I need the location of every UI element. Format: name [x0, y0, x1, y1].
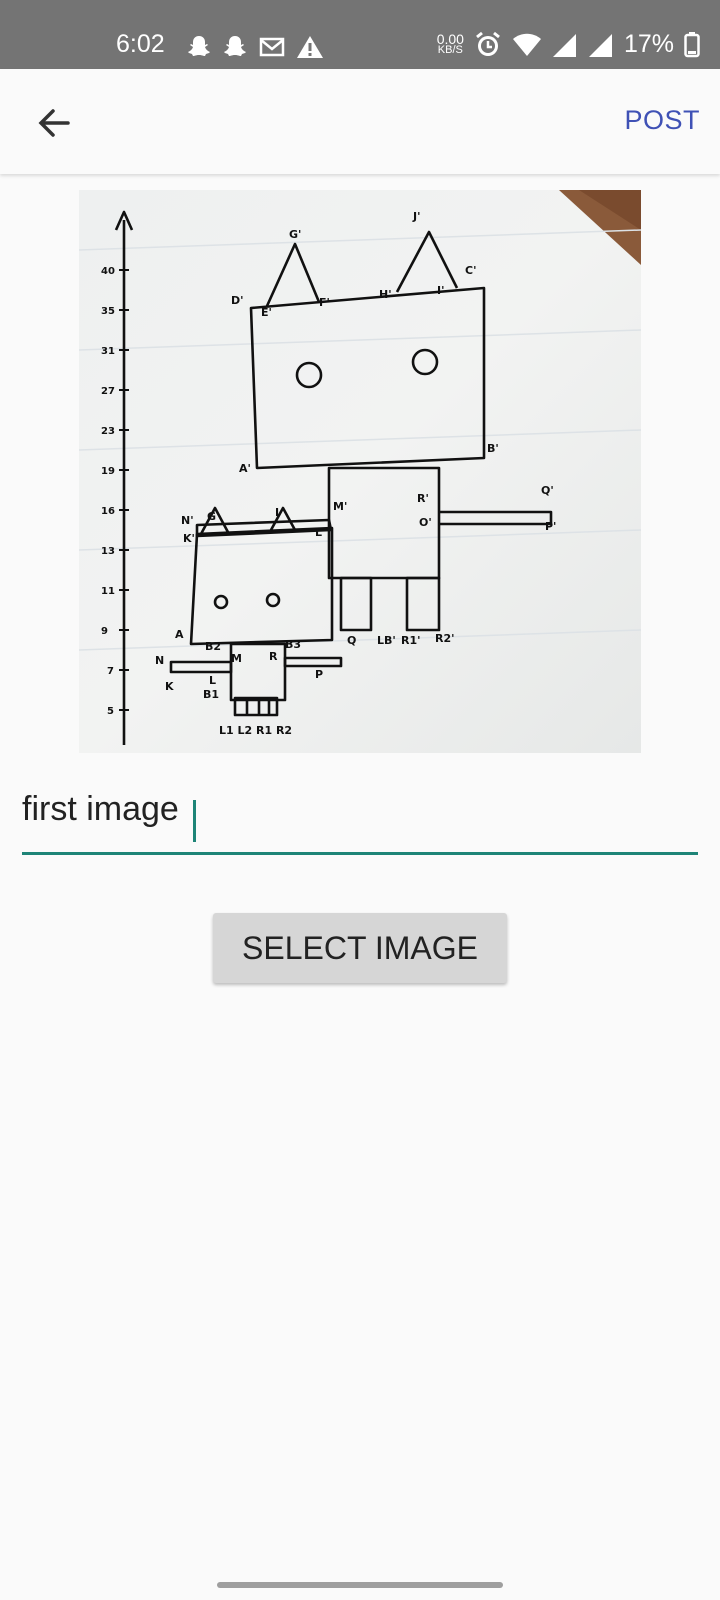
network-speed: 0.00 KB/S	[436, 30, 464, 56]
status-bar: 6:02 0.00 KB/S 17%	[0, 0, 720, 69]
axis-tick-label: 13	[101, 546, 115, 557]
drawing-label: N	[155, 654, 164, 667]
notification-icons	[186, 34, 324, 60]
selected-image-preview: 40 35 31 27 23 19 16 13 11 9 7 5 J' G' C…	[79, 190, 641, 753]
caption-input[interactable]	[22, 790, 698, 829]
wifi-icon	[512, 33, 541, 56]
drawing-label: P'	[545, 520, 556, 533]
drawing-label: Q	[347, 634, 356, 647]
drawing-label: R2'	[435, 632, 455, 645]
drawing-label: C'	[465, 264, 476, 277]
post-button[interactable]: POST	[624, 105, 700, 136]
drawing-label: P	[315, 668, 323, 681]
battery-icon	[684, 31, 700, 57]
gmail-icon	[259, 37, 285, 57]
drawing-label: H'	[379, 288, 392, 301]
axis-tick-label: 7	[107, 666, 114, 677]
axis-tick-label: 31	[101, 346, 115, 357]
drawing-label: K'	[183, 532, 195, 545]
drawing-label: B2	[205, 640, 221, 653]
drawing-label: A'	[239, 462, 251, 475]
drawing-label: M'	[333, 500, 347, 513]
arrow-left-icon	[38, 109, 70, 137]
drawing-label: R1'	[401, 634, 421, 647]
axis-tick-label: 35	[101, 306, 115, 317]
drawing-label: LB'	[377, 634, 396, 647]
drawing-label: L1 L2 R1 R2	[219, 724, 292, 737]
drawing-label: R	[269, 650, 278, 663]
caption-field[interactable]	[22, 790, 698, 855]
drawing-label: O'	[419, 516, 432, 529]
drawing-label: B3	[285, 638, 301, 651]
axis-tick-label: 5	[107, 706, 114, 717]
drawing-label: G	[207, 510, 216, 523]
drawing-label: A	[175, 628, 184, 641]
drawing-label: L	[209, 674, 216, 687]
drawing-label: F'	[319, 296, 330, 309]
drawing-label: L'	[315, 526, 325, 539]
axis-tick-label: 9	[101, 626, 108, 637]
drawing-label: D'	[231, 294, 244, 307]
axis-tick-label: 40	[101, 266, 115, 277]
text-cursor	[193, 800, 196, 842]
drawing-label: N'	[181, 514, 194, 527]
drawing-label: B'	[487, 442, 499, 455]
app-bar: POST	[0, 69, 720, 174]
drawing-label: M	[231, 652, 242, 665]
drawing-label: I	[275, 506, 279, 519]
drawing-label: B1	[203, 688, 219, 701]
status-time: 6:02	[116, 30, 165, 58]
axis-tick-label: 19	[101, 466, 115, 477]
axis-tick-label: 23	[101, 426, 115, 437]
drawing-label: J'	[412, 210, 420, 223]
snapchat-icon	[224, 36, 246, 56]
signal-icon	[588, 33, 612, 57]
drawing-label: R'	[417, 492, 429, 505]
system-status: 0.00 KB/S 17%	[437, 30, 700, 59]
drawing-label: K	[165, 680, 174, 693]
back-button[interactable]	[34, 103, 74, 143]
axis-tick-label: 27	[101, 386, 115, 397]
warning-icon	[297, 36, 323, 58]
axis-tick-label: 16	[101, 506, 115, 517]
select-image-button[interactable]: SELECT IMAGE	[213, 913, 507, 983]
gesture-nav-handle[interactable]	[217, 1582, 503, 1588]
battery-percent: 17%	[623, 30, 674, 58]
drawing-label: I'	[437, 284, 444, 297]
drawing-label: Q'	[541, 484, 554, 497]
drawing-label: G'	[289, 228, 301, 241]
axis-tick-label: 11	[101, 586, 115, 597]
alarm-icon	[476, 31, 500, 56]
snapchat-icon	[188, 36, 210, 56]
signal-icon	[552, 33, 576, 57]
drawing-label: E'	[261, 306, 272, 319]
